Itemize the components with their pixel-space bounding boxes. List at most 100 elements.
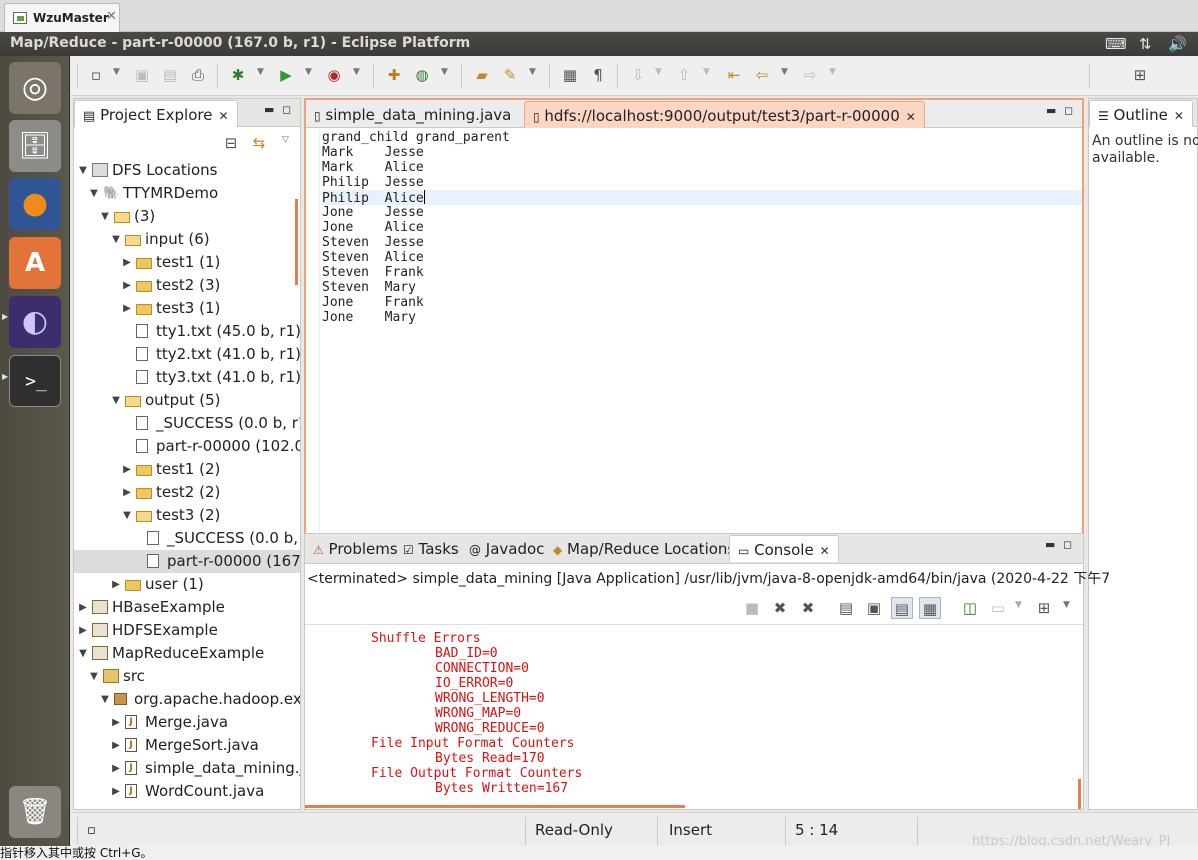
new-item-icon[interactable]: ▫ (87, 823, 96, 838)
tree-item[interactable]: ▼ output (5) (74, 389, 300, 412)
save-all-icon[interactable]: ▤ (159, 64, 181, 86)
tree-item[interactable]: ▶ J MergeSort.java (74, 734, 300, 757)
dropdown-arrow-icon[interactable]: ▼ (353, 67, 360, 77)
dropdown-arrow-icon[interactable]: ▼ (1015, 600, 1022, 610)
tree-item[interactable]: ▼ MapReduceExample (74, 642, 300, 665)
new-java-project-icon[interactable]: ✚ (383, 64, 405, 86)
tree-item[interactable]: ▶ test1 (2) (74, 458, 300, 481)
collapse-arrow-icon[interactable]: ▼ (78, 159, 88, 182)
close-icon[interactable]: ✕ (820, 544, 830, 558)
link-with-editor-icon[interactable]: ⇆ (248, 132, 270, 154)
dropdown-arrow-icon[interactable]: ▼ (655, 67, 662, 77)
maximize-icon[interactable]: ◻ (1064, 104, 1073, 117)
editor-line[interactable]: Steven Frank (322, 265, 1082, 280)
collapse-arrow-icon[interactable]: ▼ (111, 228, 121, 251)
tree-item[interactable]: ▼ org.apache.hadoop.exan (74, 688, 300, 711)
expand-arrow-icon[interactable]: ▶ (122, 458, 132, 481)
files-button[interactable]: 🗄 (9, 120, 61, 172)
dropdown-arrow-icon[interactable]: ▼ (305, 67, 312, 77)
minimize-icon[interactable]: ▬ (1045, 538, 1055, 551)
expand-arrow-icon[interactable]: ▶ (78, 596, 88, 619)
tab-problems[interactable]: ⚠ Problems (305, 535, 406, 562)
run-icon[interactable]: ▶ (275, 64, 297, 86)
new-icon[interactable]: ▫ (85, 64, 107, 86)
tree-item[interactable]: ▼ src (74, 665, 300, 688)
tab-project-explorer[interactable]: ▤ Project Explore ✕ (74, 100, 238, 127)
console-output[interactable]: Shuffle Errors BAD_ID=0 CONNECTION=0 IO_ERR… (305, 624, 1083, 809)
last-edit-icon[interactable]: ⇤ (723, 64, 745, 86)
console-scrollbar[interactable] (1078, 779, 1081, 809)
tree-item[interactable]: ▶ HBaseExample (74, 596, 300, 619)
dropdown-arrow-icon[interactable]: ▼ (781, 67, 788, 77)
remove-launch-icon[interactable]: ✖ (769, 597, 791, 619)
minimize-icon[interactable]: ▬ (1046, 104, 1056, 117)
text-editor[interactable]: grand_child grand_parent Mark Jesse Mark A… (306, 130, 1082, 584)
expand-arrow-icon[interactable]: ▶ (111, 573, 121, 596)
editor-line[interactable]: Philip Alice (322, 190, 1082, 206)
close-icon[interactable]: ✕ (1174, 109, 1184, 123)
collapse-arrow-icon[interactable]: ▼ (100, 205, 110, 228)
search-icon[interactable]: ✎ (499, 64, 521, 86)
close-icon[interactable]: ✕ (218, 109, 228, 123)
tree-item[interactable]: part-r-00000 (102.0 b, (74, 435, 300, 458)
tree-item[interactable]: ▶ test2 (2) (74, 481, 300, 504)
view-menu-icon[interactable]: ▽ (282, 135, 289, 145)
new-class-icon[interactable]: ◍ (411, 64, 433, 86)
tree-item[interactable]: ▼ DFS Locations (74, 159, 300, 182)
ubuntu-dash-button[interactable]: ◎ (9, 62, 61, 114)
collapse-arrow-icon[interactable]: ▼ (78, 642, 88, 665)
dropdown-arrow-icon[interactable]: ▼ (703, 67, 710, 77)
expand-arrow-icon[interactable]: ▶ (122, 297, 132, 320)
tab-outline[interactable]: ☰ Outline ✕ (1089, 100, 1193, 127)
editor-line[interactable]: Mark Alice (322, 160, 1082, 175)
open-perspective-icon[interactable]: ⊞ (1129, 64, 1151, 86)
collapse-arrow-icon[interactable]: ▼ (89, 182, 99, 205)
editor-line[interactable]: grand_child grand_parent (322, 130, 1082, 145)
forward-icon[interactable]: ⇨ (799, 64, 821, 86)
firefox-button[interactable]: ● (9, 178, 61, 230)
tree-item[interactable]: tty3.txt (41.0 b, r1) (74, 366, 300, 389)
editor-line[interactable]: Steven Jesse (322, 235, 1082, 250)
tree-scrollbar[interactable] (295, 199, 298, 285)
terminate-icon[interactable]: ■ (741, 597, 763, 619)
tree-item[interactable]: ▶ test2 (3) (74, 274, 300, 297)
previous-annotation-icon[interactable]: ⇧ (673, 64, 695, 86)
tree-item[interactable]: tty1.txt (45.0 b, r1) (74, 320, 300, 343)
remove-all-icon[interactable]: ✖ (797, 597, 819, 619)
clear-console-icon[interactable]: ▤ (835, 597, 857, 619)
dropdown-arrow-icon[interactable]: ▼ (441, 67, 448, 77)
tab-map-reduce-locations[interactable]: ◆ Map/Reduce Locations (545, 535, 743, 562)
editor-line[interactable]: Mark Jesse (322, 145, 1082, 160)
tree-item[interactable]: _SUCCESS (0.0 b, r1) (74, 412, 300, 435)
tab-tasks[interactable]: ☑ Tasks (395, 535, 467, 562)
dropdown-arrow-icon[interactable]: ▼ (529, 67, 536, 77)
expand-arrow-icon[interactable]: ▶ (111, 711, 121, 734)
back-icon[interactable]: ⇦ (751, 64, 773, 86)
dropdown-arrow-icon[interactable]: ▼ (1063, 600, 1070, 610)
dropdown-arrow-icon[interactable]: ▼ (829, 67, 836, 77)
print-icon[interactable]: ⎙ (187, 64, 209, 86)
minimize-icon[interactable]: ▬ (264, 103, 274, 116)
tree-item[interactable]: ▶ test1 (1) (74, 251, 300, 274)
software-center-button[interactable]: A (9, 237, 61, 289)
tab-simple-data-mining[interactable]: ▯ simple_data_mining.java (306, 101, 519, 128)
collapse-arrow-icon[interactable]: ▼ (89, 665, 99, 688)
tab-part-r-00000[interactable]: ▯ hdfs://localhost:9000/output/test3/par… (524, 101, 925, 128)
tree-item[interactable]: ▶ HDFSExample (74, 619, 300, 642)
maximize-icon[interactable]: ◻ (1063, 538, 1072, 551)
host-tab-close-icon[interactable]: ✕ (106, 9, 117, 24)
scroll-lock-icon[interactable]: ▣ (863, 597, 885, 619)
terminal-button[interactable]: >_ (9, 355, 61, 407)
word-wrap-icon[interactable]: ▤ (891, 597, 913, 619)
tree-item[interactable]: ▼ input (6) (74, 228, 300, 251)
tree-item[interactable]: _SUCCESS (0.0 b, r1) (74, 527, 300, 550)
tab-javadoc[interactable]: @ Javadoc (461, 535, 552, 562)
close-icon[interactable]: ✕ (906, 110, 916, 124)
tree-item[interactable]: tty2.txt (41.0 b, r1) (74, 343, 300, 366)
expand-arrow-icon[interactable]: ▶ (78, 619, 88, 642)
expand-arrow-icon[interactable]: ▶ (111, 780, 121, 803)
editor-line[interactable]: Steven Alice (322, 250, 1082, 265)
editor-line[interactable]: Jone Frank (322, 295, 1082, 310)
editor-line[interactable]: Jone Jesse (322, 205, 1082, 220)
tree-item[interactable]: part-r-00000 (167.0 b (74, 550, 300, 573)
